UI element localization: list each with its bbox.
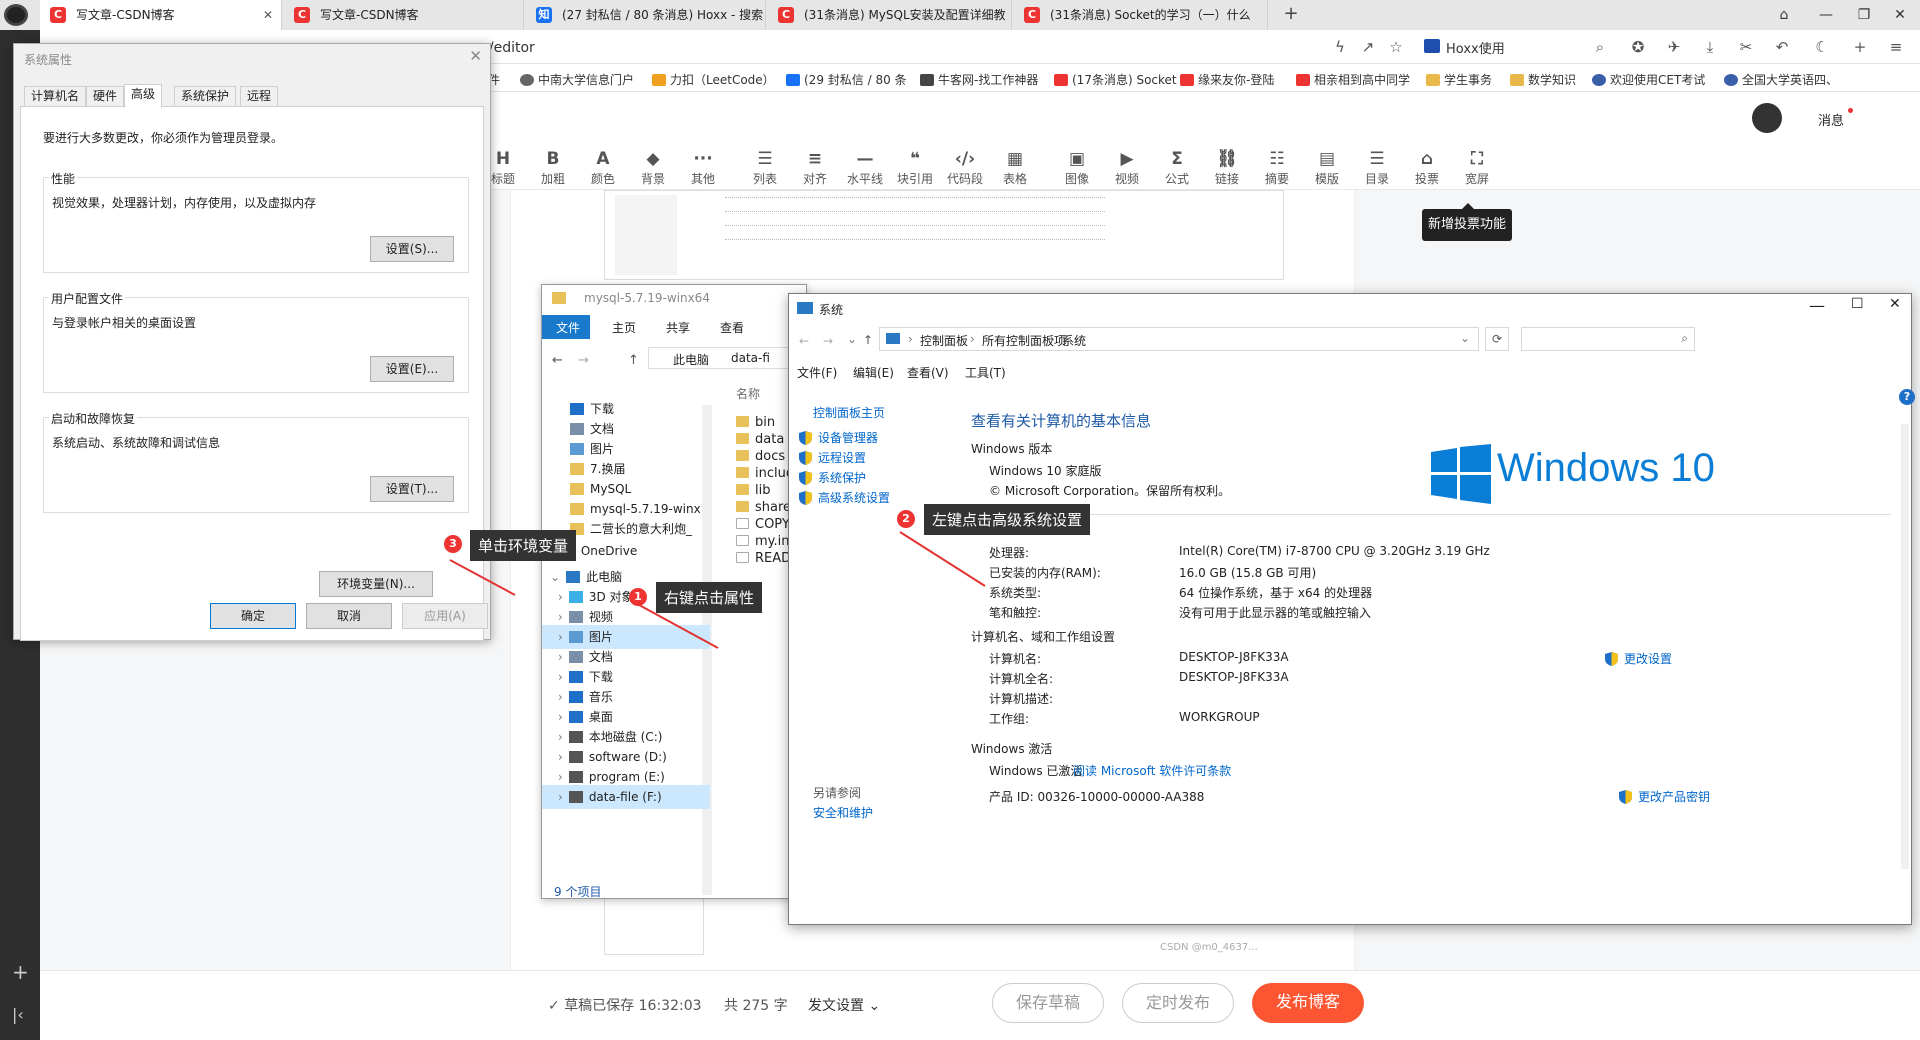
step-badge-1: 1 [629, 588, 647, 606]
step-note-1: 右键点击属性 [656, 582, 763, 613]
step-badge-3: 3 [444, 535, 462, 553]
step-note-2: 左键点击高级系统设置 [924, 504, 1091, 535]
step-badge-2: 2 [897, 510, 915, 528]
step-note-3: 单击环境变量 [470, 530, 577, 561]
tab-advanced[interactable]: 高级 [124, 84, 163, 108]
